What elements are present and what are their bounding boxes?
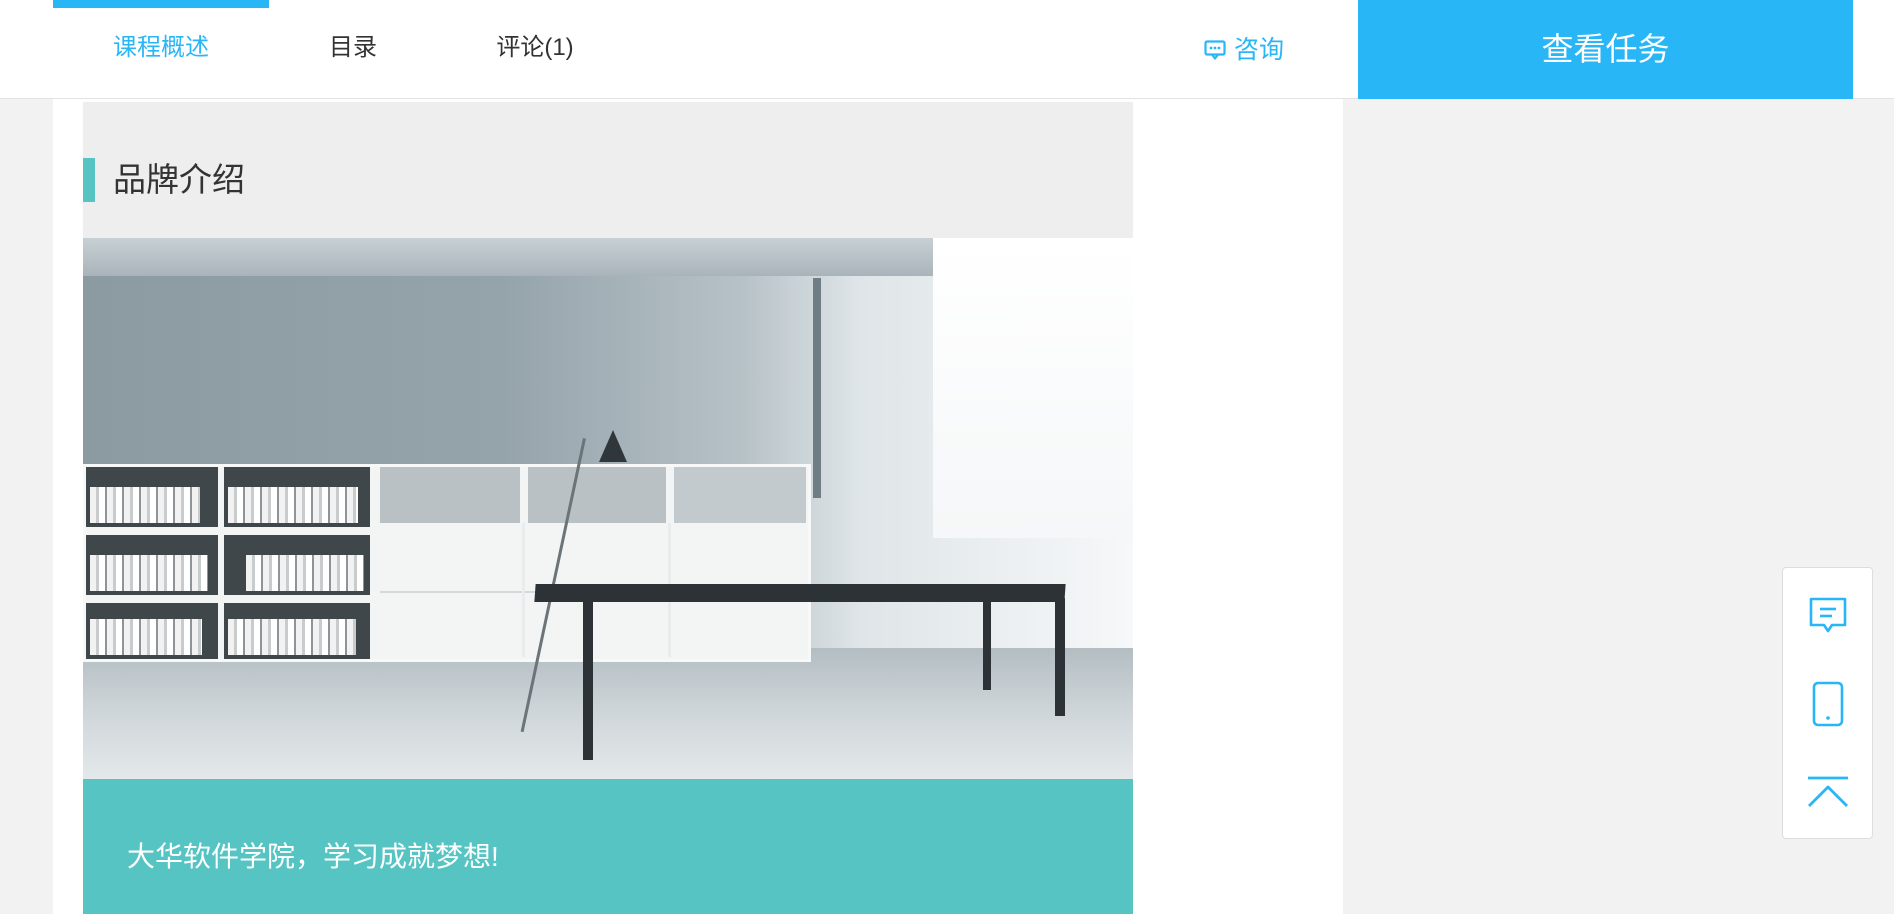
brand-intro-title: 品牌介绍: [113, 161, 245, 198]
back-to-top-icon: [1807, 776, 1849, 808]
message-icon: [1808, 596, 1848, 636]
brand-intro-card: 品牌介绍 大华软件学院，学习成就梦想!: [83, 102, 1133, 914]
mobile-phone-icon: [1812, 681, 1844, 727]
section-accent-bar: [83, 158, 95, 202]
back-to-top-button[interactable]: [1783, 748, 1872, 836]
mobile-app-button[interactable]: [1783, 660, 1872, 748]
brand-caption-text: 大华软件学院，学习成就梦想!: [127, 841, 499, 872]
consult-link[interactable]: 咨询: [1204, 0, 1284, 100]
tab-course-overview[interactable]: 课程概述: [53, 0, 269, 96]
feedback-button[interactable]: [1783, 572, 1872, 660]
floating-toolbar: [1782, 567, 1873, 839]
view-task-button[interactable]: 查看任务: [1358, 0, 1853, 99]
top-nav-bar: 课程概述 目录 评论(1) 咨询 查看任务: [0, 0, 1894, 99]
brand-intro-header: 品牌介绍: [83, 102, 1133, 238]
chat-bubble-icon: [1204, 40, 1226, 60]
tab-catalog[interactable]: 目录: [300, 0, 406, 96]
brand-caption-band: 大华软件学院，学习成就梦想!: [83, 779, 1133, 914]
office-interior-photo: [83, 238, 1133, 779]
tab-comments[interactable]: 评论(1): [470, 0, 600, 96]
consult-label: 咨询: [1234, 36, 1285, 64]
